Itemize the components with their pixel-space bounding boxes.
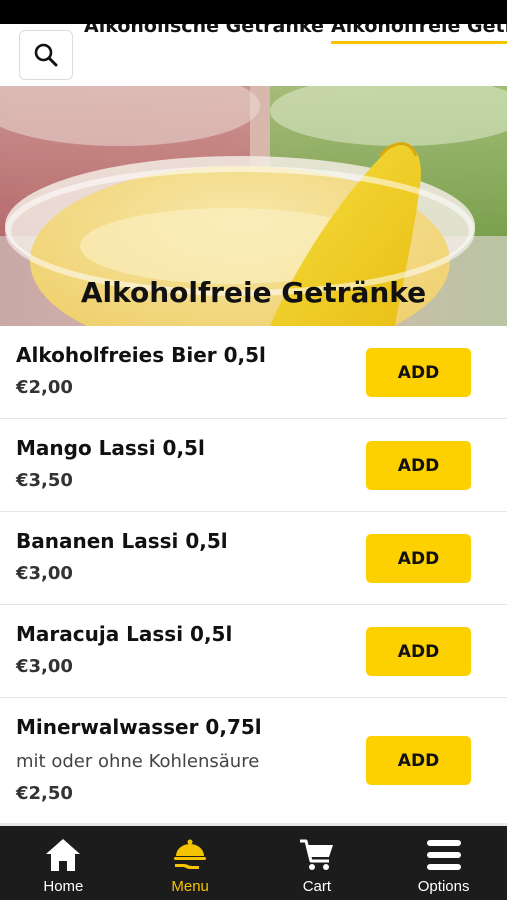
item-description: mit oder ohne Kohlensäure [16, 751, 260, 772]
bottom-nav: Home Menu Cart Options [0, 826, 507, 900]
item-name: Minerwalwasser 0,75l [16, 715, 262, 739]
nav-label: Options [417, 878, 470, 895]
menu-bars-icon [426, 840, 461, 870]
item-name: Bananen Lassi 0,5l [16, 529, 228, 553]
active-tab-underline [331, 41, 507, 44]
menu-list: Alkoholfreies Bier 0,5l €2,00 ADD Mango … [0, 326, 507, 827]
add-button[interactable]: ADD [366, 736, 471, 785]
menu-item[interactable]: Mango Lassi 0,5l €3,50 ADD [0, 419, 507, 512]
add-button[interactable]: ADD [366, 534, 471, 583]
status-bar [0, 0, 507, 24]
nav-options[interactable]: Options [380, 826, 507, 900]
nav-menu[interactable]: Menu [127, 826, 254, 900]
top-bar: Alkoholische Getränke Alkoholfreie Geträ… [0, 24, 507, 86]
search-button[interactable] [19, 30, 73, 80]
category-tab-alkoholfreie[interactable]: Alkoholfreie Getränke [331, 24, 507, 37]
nav-label: Home [43, 878, 84, 895]
nav-cart[interactable]: Cart [254, 826, 381, 900]
home-icon [46, 839, 81, 871]
menu-item[interactable]: Bananen Lassi 0,5l €3,00 ADD [0, 512, 507, 605]
add-button[interactable]: ADD [366, 441, 471, 490]
nav-label: Menu [171, 878, 209, 895]
menu-item[interactable]: Alkoholfreies Bier 0,5l €2,00 ADD [0, 326, 507, 419]
item-name: Mango Lassi 0,5l [16, 436, 205, 460]
cart-icon [299, 839, 333, 870]
nav-label: Cart [302, 878, 332, 895]
item-price: €3,00 [16, 563, 73, 584]
category-hero: Alkoholfreie Getränke [0, 86, 507, 326]
food-tray-icon [174, 839, 207, 869]
item-price: €2,50 [16, 783, 73, 804]
add-button[interactable]: ADD [366, 627, 471, 676]
nav-home[interactable]: Home [0, 826, 127, 900]
hero-title: Alkoholfreie Getränke [80, 276, 427, 309]
category-tab-alkoholische[interactable]: Alkoholische Getränke [84, 24, 324, 37]
menu-item[interactable]: Minerwalwasser 0,75l mit oder ohne Kohle… [0, 698, 507, 827]
add-button[interactable]: ADD [366, 348, 471, 397]
item-name: Maracuja Lassi 0,5l [16, 622, 233, 646]
search-icon [34, 43, 58, 67]
item-price: €2,00 [16, 377, 73, 398]
menu-item[interactable]: Maracuja Lassi 0,5l €3,00 ADD [0, 605, 507, 698]
item-price: €3,50 [16, 470, 73, 491]
item-price: €3,00 [16, 656, 73, 677]
item-name: Alkoholfreies Bier 0,5l [16, 343, 266, 367]
